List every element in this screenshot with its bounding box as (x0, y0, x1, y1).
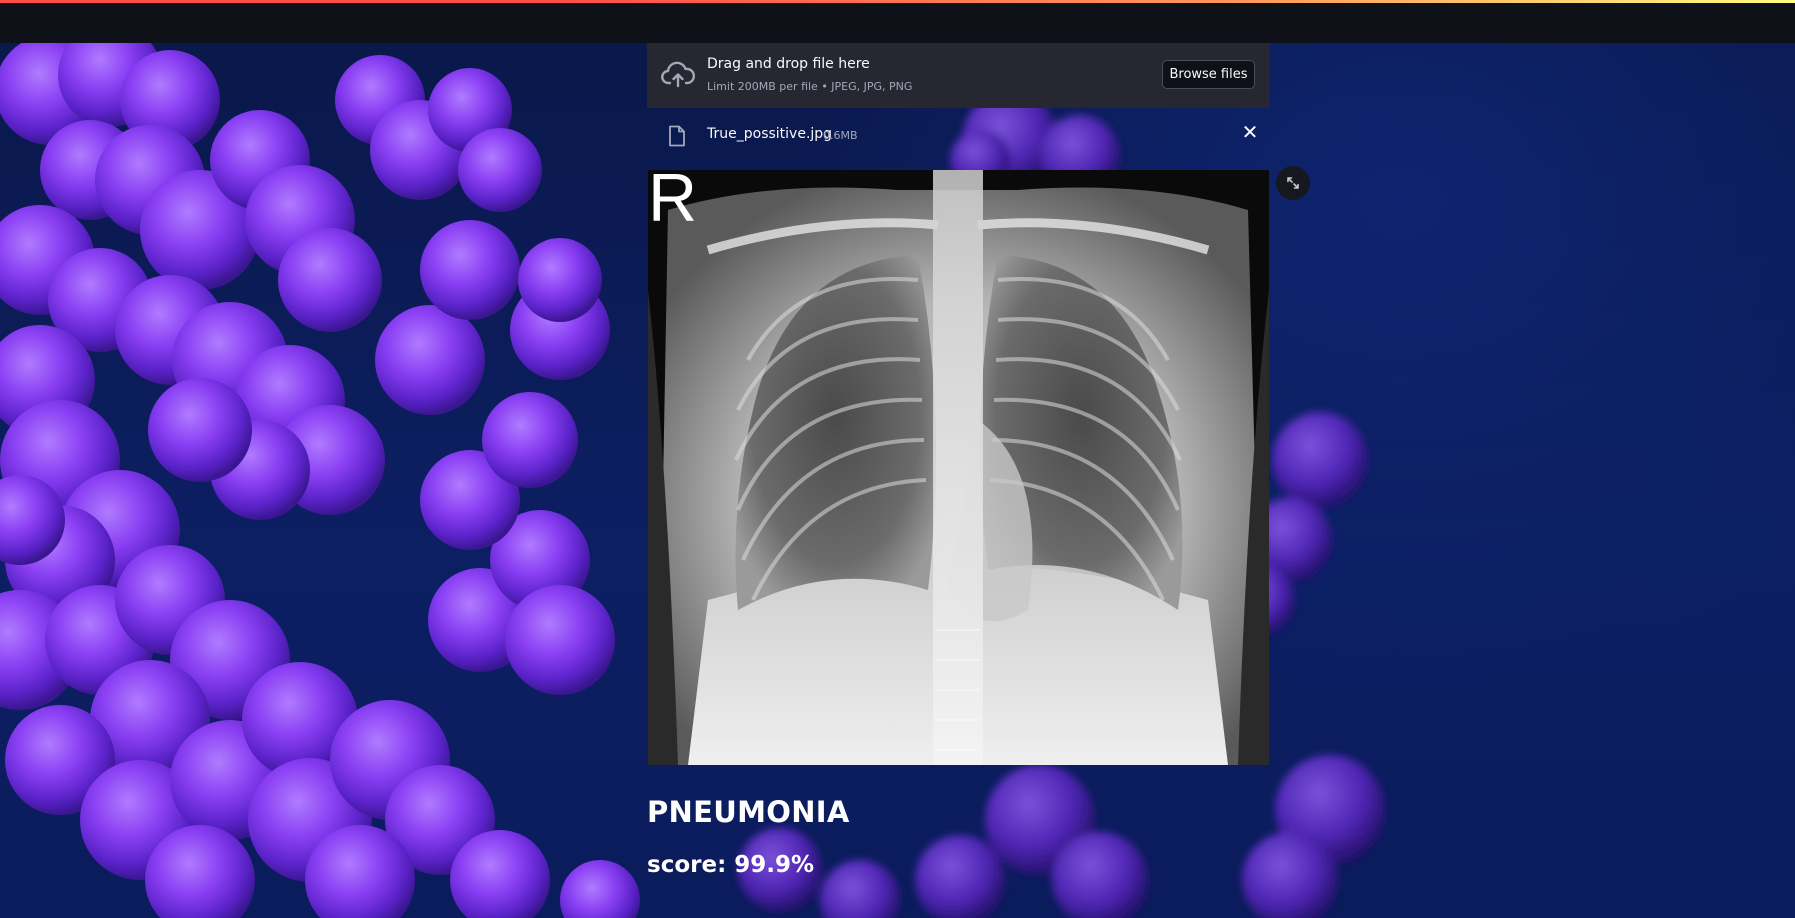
uploaded-file-size: 0.6MB (823, 129, 858, 142)
xray-side-marker: R (648, 170, 698, 236)
fullscreen-button[interactable] (1276, 166, 1310, 200)
header-decoration (0, 0, 1795, 3)
file-uploader-dropzone[interactable]: Drag and drop file here Limit 200MB per … (647, 43, 1270, 108)
file-icon (669, 125, 685, 147)
dropzone-limits: Limit 200MB per file • JPEG, JPG, PNG (707, 80, 913, 93)
remove-file-button[interactable]: ✕ (1239, 121, 1261, 143)
uploaded-file-item: True_possitive.jpg 0.6MB ✕ (647, 113, 1270, 155)
cloud-upload-icon (661, 61, 695, 88)
app-header (0, 0, 1795, 43)
prediction-score: score: 99.9% (647, 852, 815, 878)
browse-files-button[interactable]: Browse files (1162, 60, 1255, 89)
chest-xray-image: R (648, 170, 1269, 765)
dropzone-title: Drag and drop file here (707, 56, 870, 72)
fullscreen-icon (1287, 177, 1299, 189)
uploaded-file-name: True_possitive.jpg (707, 126, 833, 142)
close-icon: ✕ (1241, 120, 1259, 144)
prediction-label: PNEUMONIA (647, 795, 850, 829)
